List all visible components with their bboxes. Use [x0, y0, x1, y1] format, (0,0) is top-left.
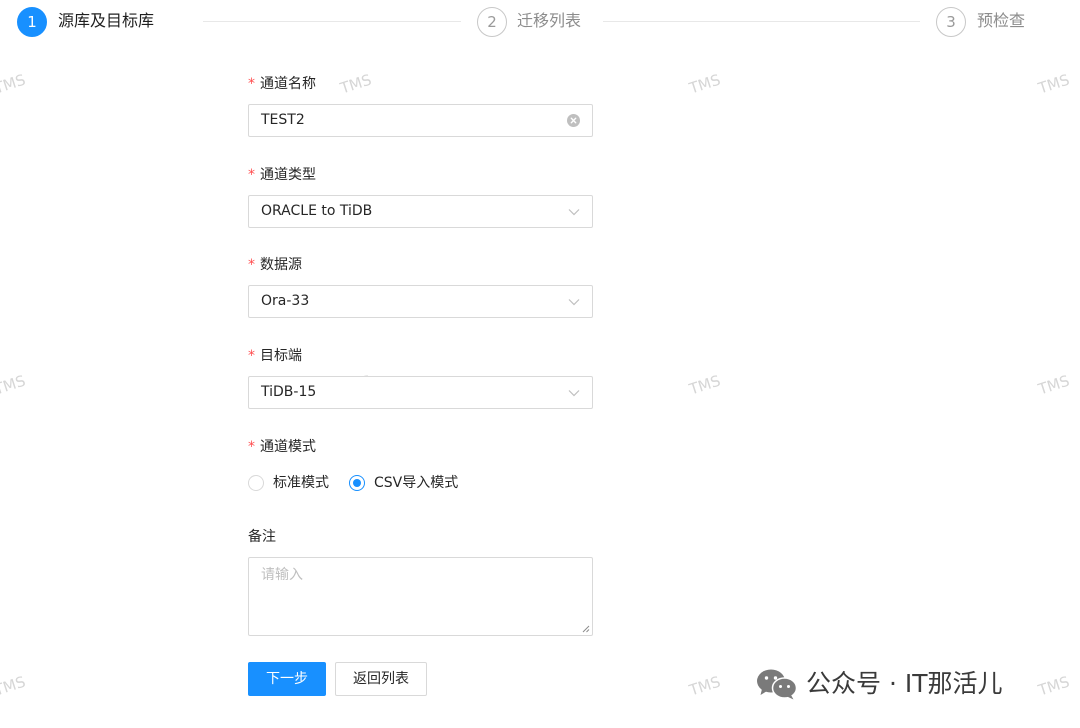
- channel-type-select[interactable]: ORACLE to TiDB: [248, 195, 593, 228]
- channel-mode-label-text: 通道模式: [260, 439, 316, 455]
- channel-type-label-text: 通道类型: [260, 167, 316, 183]
- step-3-indicator: 3: [936, 7, 966, 37]
- watermark: TMS: [337, 70, 374, 98]
- required-mark: *: [248, 439, 255, 455]
- required-mark: *: [248, 257, 255, 273]
- data-source-label-text: 数据源: [260, 257, 302, 273]
- required-mark: *: [248, 76, 255, 92]
- channel-mode-radio-group: 标准模式 CSV导入模式: [248, 472, 648, 496]
- wechat-icon: [756, 668, 798, 700]
- back-to-list-button[interactable]: 返回列表: [335, 662, 427, 696]
- channel-name-value: TEST2: [261, 112, 305, 128]
- watermark: TMS: [686, 672, 723, 700]
- remark-textarea[interactable]: 请输入: [248, 557, 593, 636]
- chevron-down-icon: [568, 207, 580, 217]
- channel-mode-label: * 通道模式: [248, 437, 316, 457]
- channel-name-input[interactable]: TEST2: [248, 104, 593, 137]
- next-step-button[interactable]: 下一步: [248, 662, 326, 696]
- target-label: * 目标端: [248, 346, 302, 366]
- chevron-down-icon: [568, 297, 580, 307]
- radio-circle[interactable]: [248, 475, 264, 491]
- watermark: TMS: [0, 672, 28, 700]
- watermark: TMS: [0, 70, 28, 98]
- clear-icon[interactable]: [567, 114, 580, 127]
- channel-type-label: * 通道类型: [248, 165, 316, 185]
- radio-standard-label: 标准模式: [273, 475, 329, 491]
- watermark: TMS: [686, 70, 723, 98]
- channel-type-value: ORACLE to TiDB: [261, 203, 373, 219]
- data-source-label: * 数据源: [248, 255, 302, 275]
- required-mark: *: [248, 167, 255, 183]
- step-1-indicator: 1: [17, 7, 47, 37]
- channel-name-label: * 通道名称: [248, 74, 316, 94]
- chevron-down-icon: [568, 388, 580, 398]
- step-1-title: 源库及目标库: [58, 11, 155, 30]
- remark-placeholder: 请输入: [261, 567, 303, 583]
- channel-name-label-text: 通道名称: [260, 76, 316, 92]
- watermark: TMS: [0, 371, 28, 399]
- step-connector-2: [603, 21, 920, 22]
- required-mark: *: [248, 348, 255, 364]
- watermark: TMS: [686, 371, 723, 399]
- remark-label: 备注: [248, 529, 276, 545]
- radio-circle-checked[interactable]: [349, 475, 365, 491]
- step-connector-1: [203, 21, 461, 22]
- steps-bar: 1 源库及目标库 2 迁移列表 3 预检查: [0, 0, 1080, 44]
- target-value: TiDB-15: [261, 384, 317, 400]
- data-source-select[interactable]: Ora-33: [248, 285, 593, 318]
- radio-csv-label: CSV导入模式: [374, 475, 459, 491]
- step-3-title: 预检查: [977, 11, 1026, 30]
- target-label-text: 目标端: [260, 348, 302, 364]
- step-2-indicator: 2: [477, 7, 507, 37]
- step-2-title: 迁移列表: [517, 11, 582, 30]
- target-select[interactable]: TiDB-15: [248, 376, 593, 409]
- resize-handle-icon[interactable]: [582, 625, 590, 633]
- data-source-value: Ora-33: [261, 293, 310, 309]
- watermark: TMS: [1035, 371, 1072, 399]
- watermark: TMS: [1035, 672, 1072, 700]
- watermark: TMS: [1035, 70, 1072, 98]
- brand-text: 公众号 · IT那活儿: [806, 669, 1003, 698]
